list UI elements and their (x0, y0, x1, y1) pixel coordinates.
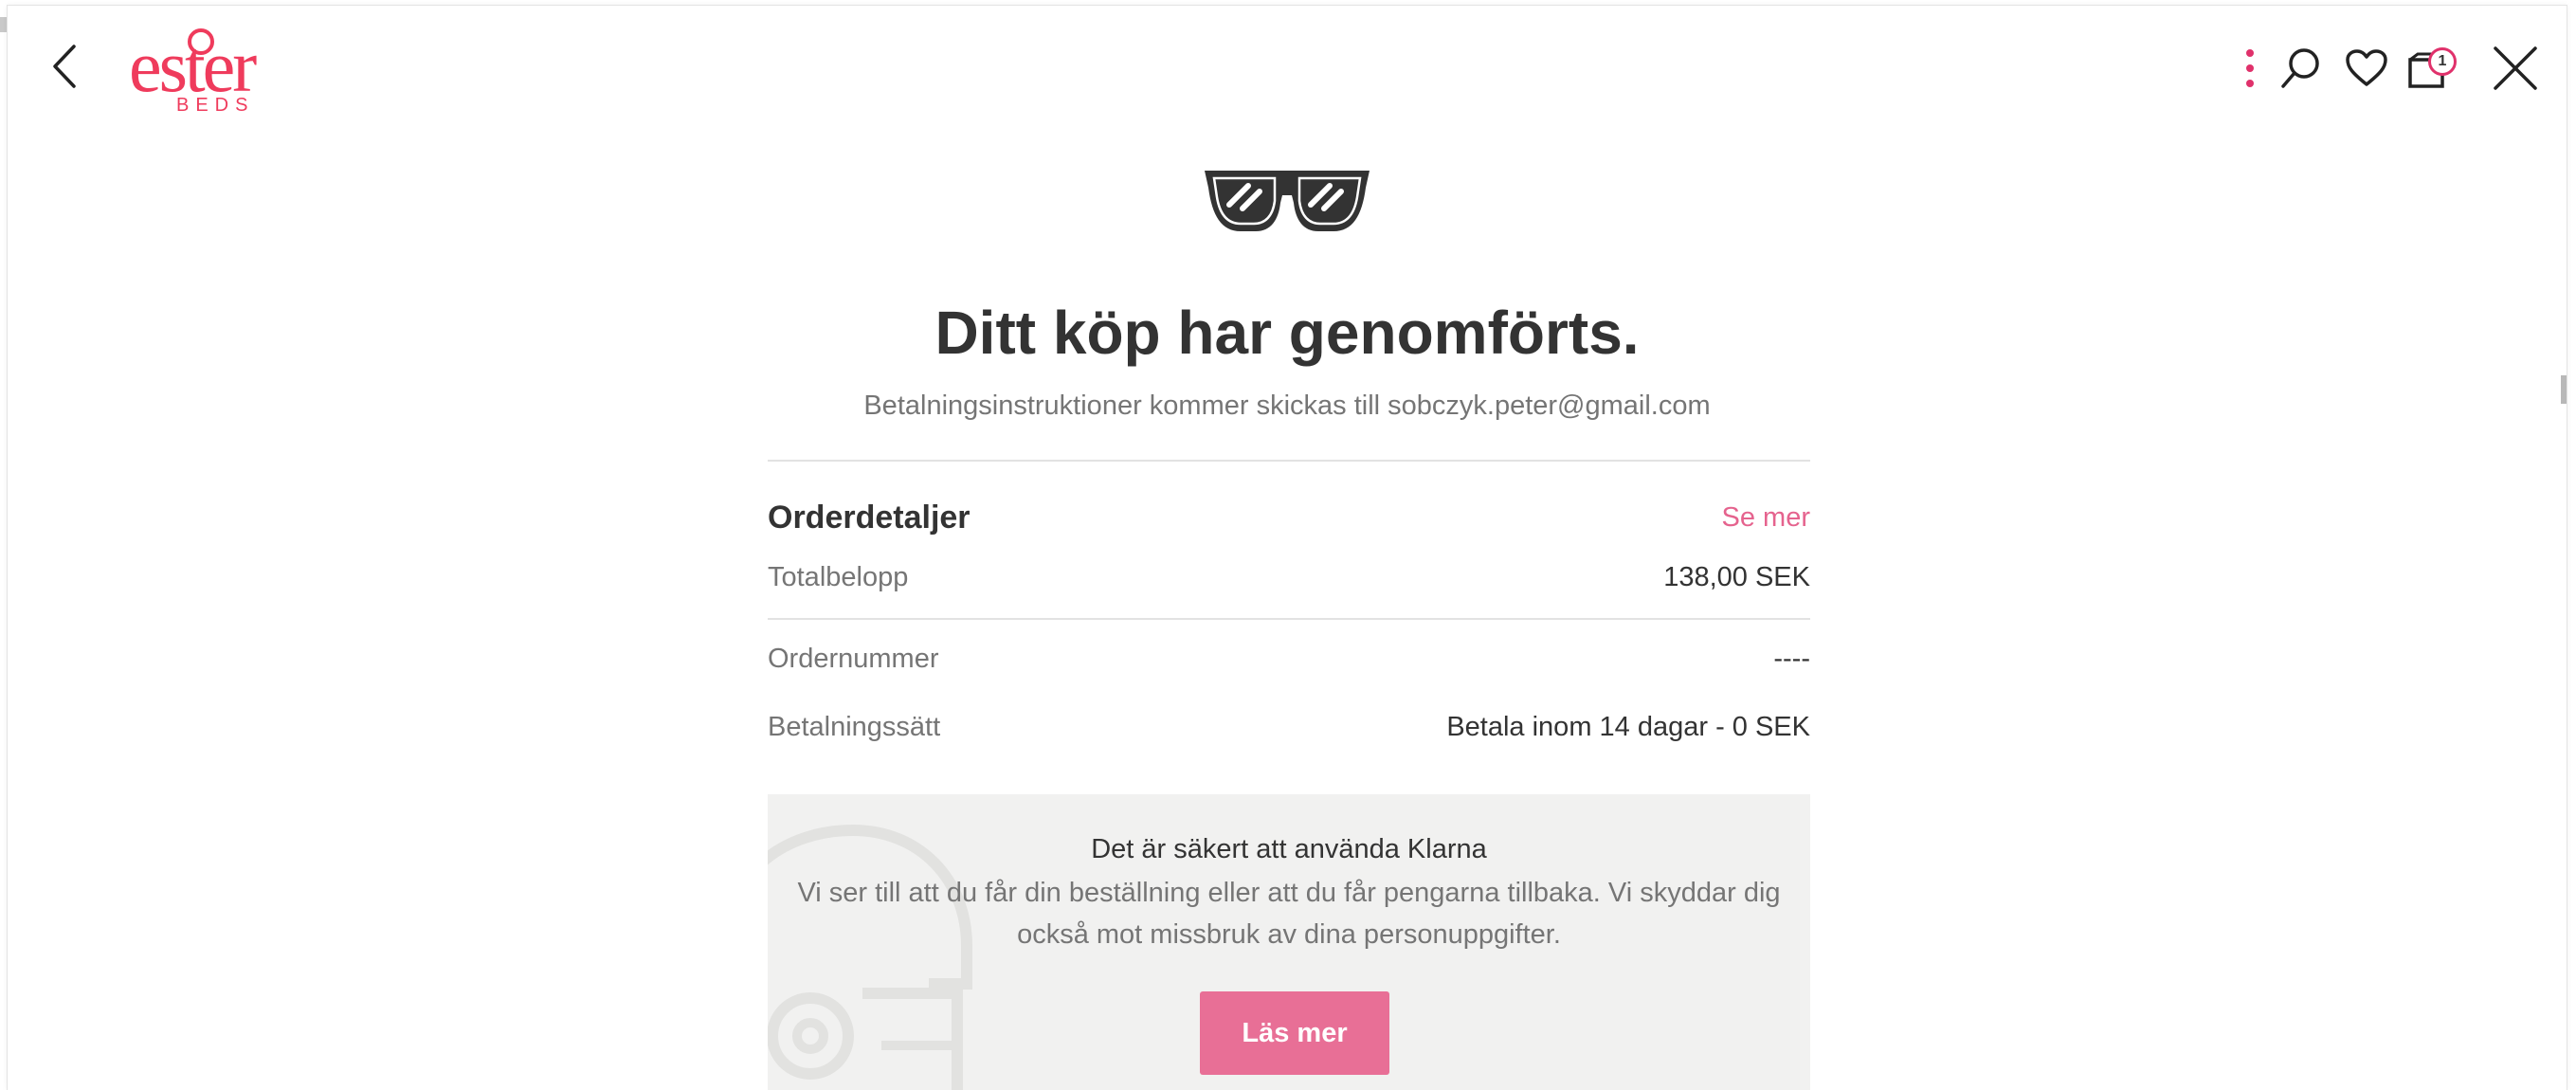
search-icon (2279, 46, 2321, 95)
back-button[interactable] (42, 40, 89, 97)
see-more-link[interactable]: Se mer (1722, 502, 1810, 534)
order-details-heading: Orderdetaljer (768, 500, 971, 536)
more-options-button[interactable] (2240, 42, 2259, 99)
read-more-button[interactable]: Läs mer (1200, 991, 1389, 1075)
payment-method-row: Betalningssätt Betala inom 14 dagar - 0 … (768, 712, 1810, 743)
window-corner-mark (0, 17, 8, 32)
divider (768, 618, 1810, 620)
confirmation-title: Ditt köp har genomförts. (934, 299, 1640, 367)
more-vertical-icon (2245, 47, 2255, 94)
klarna-title: Det är säkert att använda Klarna (1091, 834, 1487, 864)
klarna-description: Vi ser till att du får din beställning e… (797, 878, 1781, 950)
divider (768, 460, 1810, 462)
order-details-panel: Orderdetaljer Se mer Totalbelopp 138,00 … (768, 460, 1810, 1090)
logo-wordmark: ester (129, 25, 257, 107)
klarna-safety-box: Det är säkert att använda Klarna Vi ser … (768, 794, 1810, 1090)
payment-method-value: Betala inom 14 dagar - 0 SEK (1446, 712, 1810, 742)
cart-button[interactable]: 1 (2400, 42, 2457, 99)
wishlist-button[interactable] (2343, 42, 2390, 99)
cart-count-badge: 1 (2428, 47, 2457, 76)
order-number-value: ---- (1773, 644, 1810, 674)
checkout-confirmation-window: ester BEDS 1 Ditt köp har genomförts. Be… (8, 6, 2567, 1090)
heart-icon (2345, 48, 2388, 93)
logo-subtext: BEDS (176, 95, 255, 116)
total-row: Totalbelopp 138,00 SEK (768, 562, 1810, 593)
chevron-left-icon (51, 43, 80, 95)
order-details-header: Orderdetaljer Se mer (768, 500, 1810, 536)
search-button[interactable] (2277, 42, 2324, 99)
total-value: 138,00 SEK (1663, 562, 1810, 592)
close-icon (2492, 45, 2539, 97)
sunglasses-icon (1201, 167, 1373, 240)
total-label: Totalbelopp (768, 562, 909, 592)
ester-beds-logo: ester BEDS (129, 28, 290, 119)
order-number-row: Ordernummer ---- (768, 644, 1810, 675)
payment-method-label: Betalningssätt (768, 712, 941, 742)
close-button[interactable] (2487, 42, 2544, 99)
confirmation-subtitle: Betalningsinstruktioner kommer skickas t… (863, 391, 1711, 421)
order-number-label: Ordernummer (768, 644, 939, 674)
